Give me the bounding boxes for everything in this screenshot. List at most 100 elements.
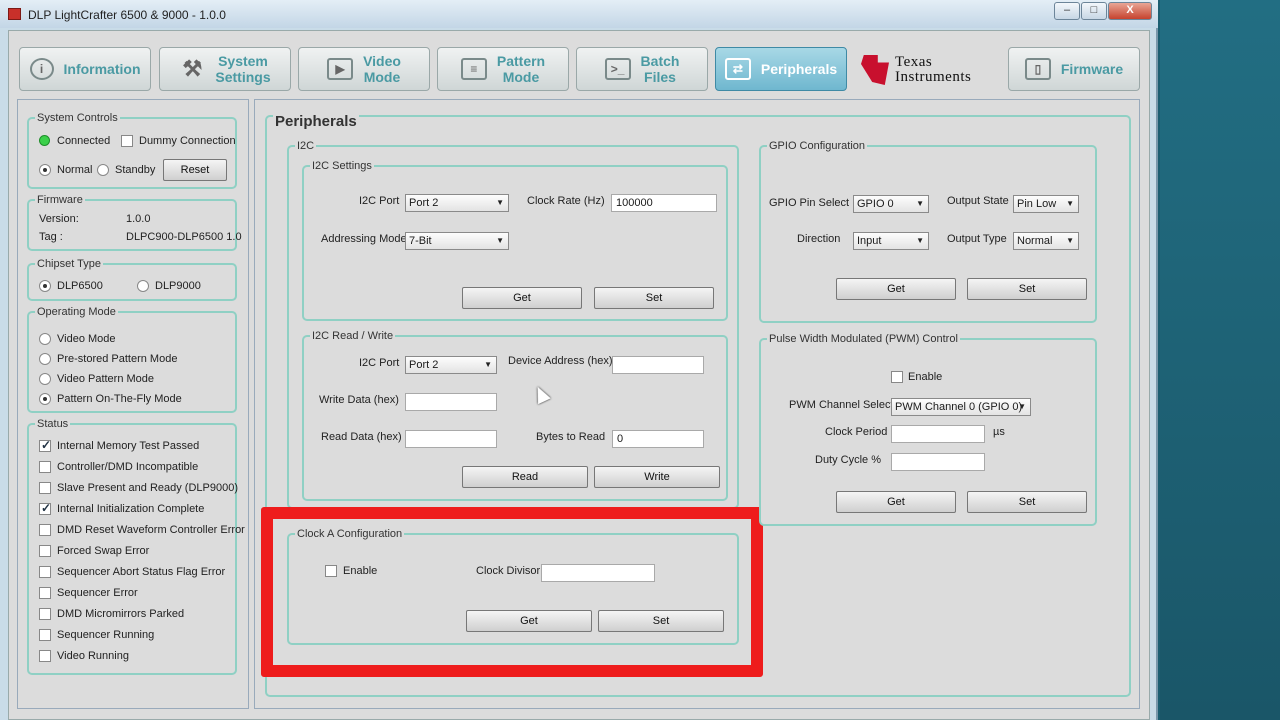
ti-logo-icon	[861, 55, 889, 85]
addressing-mode-select[interactable]: 7-Bit	[405, 232, 509, 250]
arrows-icon: ⇄	[724, 58, 751, 80]
standby-label: Standby	[115, 164, 156, 176]
standby-radio[interactable]	[97, 164, 109, 176]
connected-led-icon	[39, 135, 50, 146]
client-area: i Information ⚒ System Settings ▶ Video …	[8, 30, 1150, 720]
dlp6500-label: DLP6500	[57, 280, 103, 292]
i2c-port-label: I2C Port	[359, 195, 400, 207]
peripherals-title: Peripherals	[273, 113, 359, 130]
version-value: 1.0.0	[126, 213, 151, 225]
group-title: GPIO Configuration	[767, 140, 867, 152]
pattern-on-the-fly-label: Pattern On-The-Fly Mode	[57, 393, 182, 405]
gpio-set-button[interactable]: Set	[967, 278, 1087, 300]
chip-icon: ▯	[1024, 58, 1051, 80]
tab-pattern-mode[interactable]: ≡ Pattern Mode	[437, 47, 569, 91]
clock-period-label: Clock Period	[825, 426, 888, 438]
video-mode-radio[interactable]	[39, 333, 51, 345]
dlp9000-label: DLP9000	[155, 280, 201, 292]
i2c-read-write-group: I2C Read / Write I2C Port Port 2 Device …	[302, 330, 728, 501]
status-label: Controller/DMD Incompatible	[57, 461, 199, 473]
output-state-select[interactable]: Pin Low	[1013, 195, 1079, 213]
status-group: Status Internal Memory Test Passed Contro…	[27, 418, 245, 675]
clock-period-input[interactable]	[891, 425, 985, 443]
reset-button[interactable]: Reset	[163, 159, 227, 181]
tab-information[interactable]: i Information	[19, 47, 151, 91]
duty-cycle-label: Duty Cycle %	[815, 454, 882, 466]
close-button[interactable]: X	[1108, 2, 1152, 20]
write-data-input[interactable]	[405, 393, 497, 411]
pwm-enable-checkbox[interactable]	[891, 371, 903, 383]
group-title: I2C	[295, 140, 317, 152]
gpio-pin-select[interactable]: GPIO 0	[853, 195, 929, 213]
video-pattern-label: Video Pattern Mode	[57, 373, 155, 385]
operating-mode-group: Operating Mode Video Mode Pre-stored Pat…	[27, 306, 237, 413]
tab-batch-files[interactable]: >_ Batch Files	[576, 47, 708, 91]
tab-firmware[interactable]: ▯ Firmware	[1008, 47, 1140, 91]
clock-rate-input[interactable]: 100000	[611, 194, 717, 212]
read-data-input[interactable]	[405, 430, 497, 448]
title-bar: DLP LightCrafter 6500 & 9000 - 1.0.0 – □…	[0, 0, 1158, 28]
dummy-connection-checkbox[interactable]	[121, 135, 133, 147]
minimize-button[interactable]: –	[1054, 2, 1080, 20]
maximize-button[interactable]: □	[1081, 2, 1107, 20]
write-data-label: Write Data (hex)	[319, 394, 399, 406]
version-label: Version:	[39, 213, 79, 225]
read-button[interactable]: Read	[462, 466, 588, 488]
status-checkbox	[39, 438, 51, 452]
i2c-settings-set-button[interactable]: Set	[594, 287, 714, 309]
pwm-group: Pulse Width Modulated (PWM) Control Enab…	[759, 333, 1097, 526]
i2c-settings-group: I2C Settings I2C Port Port 2 Clock Rate …	[302, 160, 728, 321]
app-window: DLP LightCrafter 6500 & 9000 - 1.0.0 – □…	[0, 0, 1158, 720]
video-pattern-radio[interactable]	[39, 373, 51, 385]
texas-instruments-logo: Texas Instruments	[861, 49, 1009, 91]
group-title: Operating Mode	[35, 306, 118, 318]
group-title: System Controls	[35, 112, 120, 124]
normal-label: Normal	[57, 164, 93, 176]
app-icon	[8, 8, 21, 20]
desktop-background	[1160, 0, 1280, 720]
output-type-select[interactable]: Normal	[1013, 232, 1079, 250]
output-state-label: Output State	[947, 195, 1009, 207]
group-title: Chipset Type	[35, 258, 104, 270]
pre-stored-pattern-radio[interactable]	[39, 353, 51, 365]
normal-radio[interactable]	[39, 164, 51, 176]
wrench-icon: ⚒	[182, 56, 203, 81]
direction-select[interactable]: Input	[853, 232, 929, 250]
bytes-to-read-input[interactable]: 0	[612, 430, 704, 448]
dlp6500-radio[interactable]	[39, 280, 51, 292]
clock-rate-label: Clock Rate (Hz)	[527, 195, 605, 207]
pwm-get-button[interactable]: Get	[836, 491, 956, 513]
tab-label: Peripherals	[760, 61, 838, 77]
tab-system-settings[interactable]: ⚒ System Settings	[159, 47, 291, 91]
device-address-input[interactable]	[612, 356, 704, 374]
status-label: DMD Reset Waveform Controller Error	[57, 524, 245, 536]
duty-cycle-input[interactable]	[891, 453, 985, 471]
i2c-port-select[interactable]: Port 2	[405, 194, 509, 212]
write-button[interactable]: Write	[594, 466, 720, 488]
chipset-type-group: Chipset Type DLP6500 DLP9000	[27, 258, 237, 301]
pwm-channel-select[interactable]: PWM Channel 0 (GPIO 0)	[891, 398, 1031, 416]
gpio-get-button[interactable]: Get	[836, 278, 956, 300]
pattern-on-the-fly-radio[interactable]	[39, 393, 51, 405]
rw-i2c-port-select[interactable]: Port 2	[405, 356, 497, 374]
gpio-group: GPIO Configuration GPIO Pin Select GPIO …	[759, 140, 1097, 323]
status-label: Slave Present and Ready (DLP9000)	[57, 482, 238, 494]
tab-peripherals[interactable]: ⇄ Peripherals	[715, 47, 847, 91]
pwm-set-button[interactable]: Set	[967, 491, 1087, 513]
status-label: Sequencer Error	[57, 587, 138, 599]
status-label: Internal Initialization Complete	[57, 503, 205, 515]
i2c-settings-get-button[interactable]: Get	[462, 287, 582, 309]
tab-label: Information	[63, 61, 141, 77]
addressing-mode-label: Addressing Mode	[321, 233, 407, 245]
group-title: Status	[35, 418, 71, 430]
status-checkbox	[39, 461, 51, 473]
dlp9000-radio[interactable]	[137, 280, 149, 292]
tab-video-mode[interactable]: ▶ Video Mode	[298, 47, 430, 91]
status-label: Sequencer Abort Status Flag Error	[57, 566, 226, 578]
group-title: Pulse Width Modulated (PWM) Control	[767, 333, 960, 345]
rw-i2c-port-label: I2C Port	[359, 357, 400, 369]
pre-stored-pattern-label: Pre-stored Pattern Mode	[57, 353, 178, 365]
window-title: DLP LightCrafter 6500 & 9000 - 1.0.0	[28, 8, 226, 22]
logo-line1: Texas	[895, 54, 933, 70]
system-controls-group: System Controls Connected Dummy Connecti…	[27, 112, 237, 189]
